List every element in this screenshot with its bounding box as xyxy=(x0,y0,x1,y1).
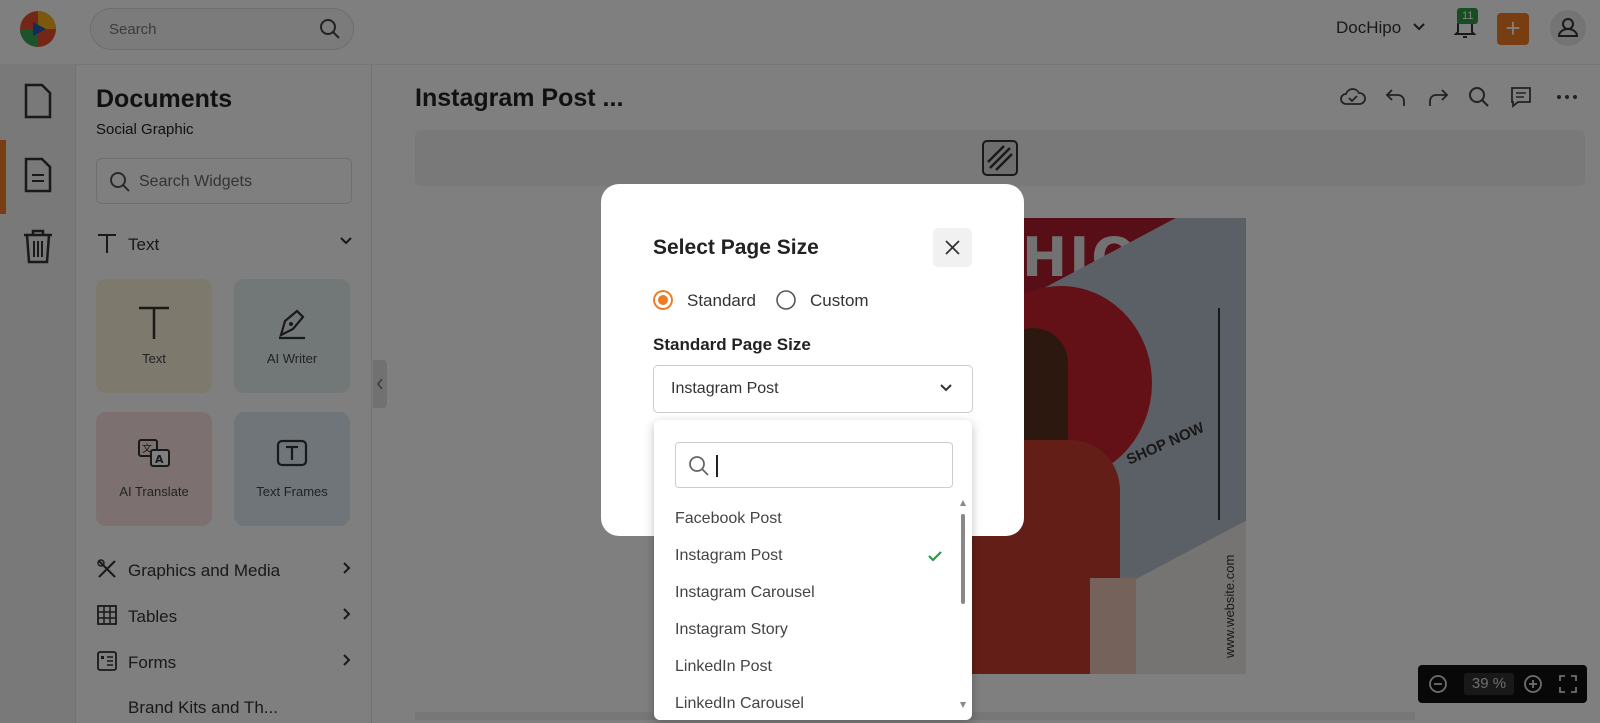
search-icon xyxy=(689,456,709,476)
close-button[interactable] xyxy=(933,228,972,267)
radio-standard-label: Standard xyxy=(687,291,756,310)
option-facebook-post[interactable]: Facebook Post xyxy=(675,510,782,528)
page-size-dropdown: Facebook Post Instagram Post Instagram C… xyxy=(654,420,972,720)
option-linkedin-post[interactable]: LinkedIn Post xyxy=(675,658,772,676)
page-size-label: Standard Page Size xyxy=(653,335,811,354)
page-size-value: Instagram Post xyxy=(671,380,779,397)
dropdown-search-input[interactable] xyxy=(675,442,953,488)
radio-custom-label: Custom xyxy=(810,291,869,310)
radio-selected-icon xyxy=(653,290,673,310)
check-icon xyxy=(928,551,942,562)
modal-title: Select Page Size xyxy=(653,236,819,259)
dropdown-scrollbar[interactable] xyxy=(960,500,966,710)
option-linkedin-carousel[interactable]: LinkedIn Carousel xyxy=(675,695,804,713)
option-instagram-post[interactable]: Instagram Post xyxy=(675,547,783,565)
text-caret xyxy=(716,455,718,477)
option-instagram-story[interactable]: Instagram Story xyxy=(675,621,788,639)
option-instagram-carousel[interactable]: Instagram Carousel xyxy=(675,584,815,602)
chevron-down-icon xyxy=(940,384,952,392)
scroll-down-icon[interactable] xyxy=(960,702,966,708)
page-size-select[interactable]: Instagram Post xyxy=(653,365,973,413)
scroll-thumb[interactable] xyxy=(961,514,965,604)
close-icon xyxy=(945,240,960,255)
radio-unselected-icon xyxy=(776,290,796,310)
scroll-up-icon[interactable] xyxy=(960,500,966,506)
